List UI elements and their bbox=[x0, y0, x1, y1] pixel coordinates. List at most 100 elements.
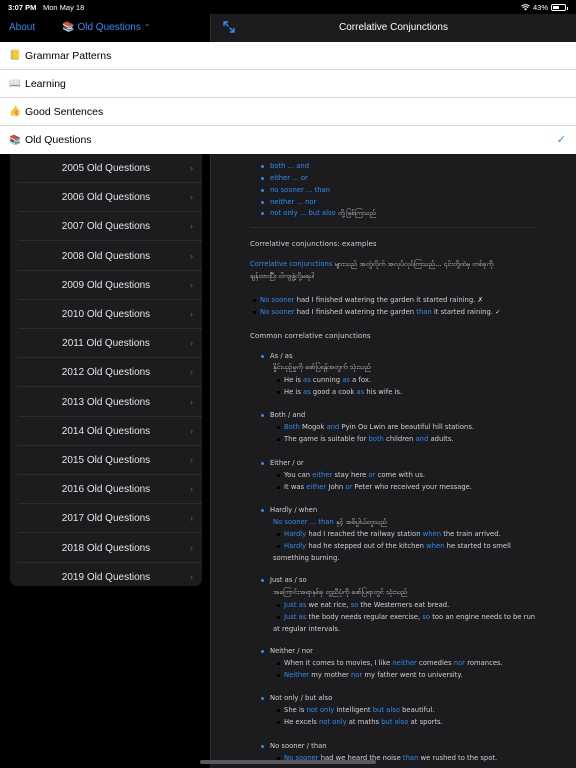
list-item: Hardly / when bbox=[261, 506, 317, 514]
category-dropdown-menu: 📒 Grammar Patterns 📖 Learning 👍 Good Sen… bbox=[0, 42, 576, 154]
bullet-square-icon bbox=[277, 473, 280, 477]
term: No sooner ... than bbox=[273, 518, 334, 526]
list-item[interactable]: 2005 Old Questions › bbox=[10, 154, 202, 183]
example-text: good a cook bbox=[310, 388, 357, 396]
example-text: romances. bbox=[465, 659, 503, 667]
conjunction-heading: Not only / but also bbox=[270, 694, 333, 702]
example-row: No sooner had I finished watering the ga… bbox=[253, 308, 501, 316]
term: when bbox=[422, 530, 442, 538]
bullet-square-icon bbox=[277, 603, 280, 607]
example-row-cont: at regular intervals. bbox=[273, 625, 341, 633]
bullet-text-rest: တို့ဖြစ်ကြသည် bbox=[335, 209, 376, 217]
example-text: Mogok bbox=[299, 423, 327, 431]
chevron-right-icon: › bbox=[190, 396, 193, 407]
about-button[interactable]: About bbox=[9, 22, 35, 33]
example-text: Peter who received your message. bbox=[352, 483, 473, 491]
list-item[interactable]: 2012 Old Questions › bbox=[10, 358, 202, 388]
example-row: Just as the body needs regular exercise,… bbox=[277, 613, 535, 621]
chevron-right-icon: › bbox=[190, 250, 193, 261]
bullet-text: not only ... but also bbox=[270, 209, 336, 217]
example-text: his wife is. bbox=[364, 388, 403, 396]
example-text: He excels bbox=[284, 718, 319, 726]
chevron-right-icon: › bbox=[190, 542, 193, 553]
example-text: beautiful. bbox=[399, 706, 435, 714]
term: both bbox=[368, 435, 384, 443]
bullet-icon bbox=[261, 744, 264, 748]
example-row: Hardly had he stepped out of the kitchen… bbox=[277, 542, 511, 550]
chevron-right-icon: › bbox=[190, 309, 193, 319]
list-item-label: 2008 Old Questions bbox=[61, 250, 151, 262]
example-text: had I finished watering the garden it st… bbox=[294, 296, 484, 304]
status-time: 3:07 PM bbox=[8, 3, 37, 12]
lesson-content[interactable]: both ... and either ... or no sooner ...… bbox=[211, 154, 576, 768]
list-item: either ... or bbox=[261, 174, 308, 182]
conjunction-description: အကြောင်းအရာနှစ်ခု တူညီပုံကို ဖော်ပြရာတွင… bbox=[273, 588, 408, 596]
example-text: at sports. bbox=[408, 718, 443, 726]
conjunction-heading: Hardly / when bbox=[270, 506, 318, 514]
bullet-square-icon bbox=[277, 390, 280, 394]
page-title: Correlative Conjunctions bbox=[339, 22, 448, 33]
bullet-icon bbox=[261, 354, 264, 358]
bullet-icon bbox=[261, 200, 264, 204]
list-item[interactable]: 2015 Old Questions › bbox=[10, 446, 202, 475]
list-item-label: 2019 Old Questions bbox=[61, 571, 151, 583]
list-item-label: 2010 Old Questions bbox=[61, 309, 151, 320]
paragraph-text: များသည် အတွဲလိုက် အလုပ်လုပ်ကြသည်... ၎င်း… bbox=[332, 260, 494, 268]
list-item[interactable]: 2006 Old Questions › bbox=[10, 183, 202, 213]
bullet-text: no sooner ... than bbox=[270, 186, 331, 194]
list-item[interactable]: 2008 Old Questions › bbox=[10, 242, 202, 271]
conjunction-heading: Neither / nor bbox=[270, 647, 313, 655]
example-text: too an engine needs to be run bbox=[430, 613, 536, 621]
home-indicator[interactable] bbox=[200, 760, 376, 764]
list-item-label: 2014 Old Questions bbox=[61, 425, 151, 437]
list-item[interactable]: 2011 Old Questions › bbox=[10, 329, 202, 359]
bullet-square-icon bbox=[277, 425, 280, 429]
list-item[interactable]: 2010 Old Questions › bbox=[10, 300, 202, 329]
books-emoji-icon: 📚 bbox=[62, 22, 75, 33]
status-date: Mon May 18 bbox=[43, 3, 85, 12]
example-text: You can bbox=[284, 471, 313, 479]
term: as bbox=[342, 376, 350, 384]
example-text: It was bbox=[284, 483, 307, 491]
chevron-up-icon: ⌃ bbox=[143, 23, 151, 32]
list-item[interactable]: 2009 Old Questions › bbox=[10, 271, 202, 300]
list-item-label: 2007 Old Questions bbox=[61, 221, 151, 233]
menu-item-old-questions[interactable]: 📚 Old Questions ✓ bbox=[0, 126, 576, 154]
list-item[interactable]: 2007 Old Questions › bbox=[10, 212, 202, 242]
list-item: both ... and bbox=[261, 162, 309, 170]
list-item[interactable]: 2013 Old Questions › bbox=[10, 388, 202, 417]
list-item[interactable]: 2017 Old Questions › bbox=[10, 504, 202, 534]
menu-item-learning[interactable]: 📖 Learning bbox=[0, 70, 576, 98]
list-item[interactable]: 2018 Old Questions › bbox=[10, 534, 202, 563]
category-menu-toggle[interactable]: 📚 Old Questions ⌃ bbox=[62, 22, 151, 33]
term: not only bbox=[318, 718, 347, 726]
old-questions-list: 2005 Old Questions › 2006 Old Questions › 20… bbox=[10, 154, 202, 586]
example-text: it started raining. ✓ bbox=[431, 308, 501, 316]
bullet-icon bbox=[261, 696, 264, 700]
detail-nav-bar: Correlative Conjunctions bbox=[211, 14, 576, 42]
list-item[interactable]: 2014 Old Questions › bbox=[10, 417, 202, 446]
list-item-label: 2015 Old Questions bbox=[61, 455, 151, 466]
notebook-icon: 📒 bbox=[9, 50, 21, 61]
example-row: He excels not only at maths but also at … bbox=[277, 718, 443, 726]
list-item[interactable]: 2016 Old Questions › bbox=[10, 475, 202, 505]
example-text: my father went to university. bbox=[362, 671, 463, 679]
example-row: He is as good a cook as his wife is. bbox=[277, 388, 402, 396]
chevron-right-icon: › bbox=[190, 279, 193, 290]
bullet-square-icon bbox=[277, 615, 280, 619]
list-item-label: 2016 Old Questions bbox=[61, 484, 151, 496]
example-text: we rushed to the spot. bbox=[418, 754, 498, 762]
list-item-label: 2017 Old Questions bbox=[61, 513, 151, 525]
bullet-icon bbox=[261, 461, 264, 465]
bullet-square-icon bbox=[253, 298, 256, 302]
list-item: no sooner ... than bbox=[261, 186, 330, 194]
bullet-text: either ... or bbox=[270, 174, 308, 182]
menu-item-grammar-patterns[interactable]: 📒 Grammar Patterns bbox=[0, 42, 576, 70]
menu-item-good-sentences[interactable]: 👍 Good Sentences bbox=[0, 98, 576, 126]
list-item[interactable]: 2019 Old Questions › bbox=[10, 563, 202, 586]
term: so bbox=[422, 613, 431, 621]
term: No sooner bbox=[260, 296, 295, 304]
bullet-square-icon bbox=[277, 532, 280, 536]
wifi-icon bbox=[521, 4, 530, 11]
example-text: had he stepped out of the kitchen bbox=[306, 542, 427, 550]
